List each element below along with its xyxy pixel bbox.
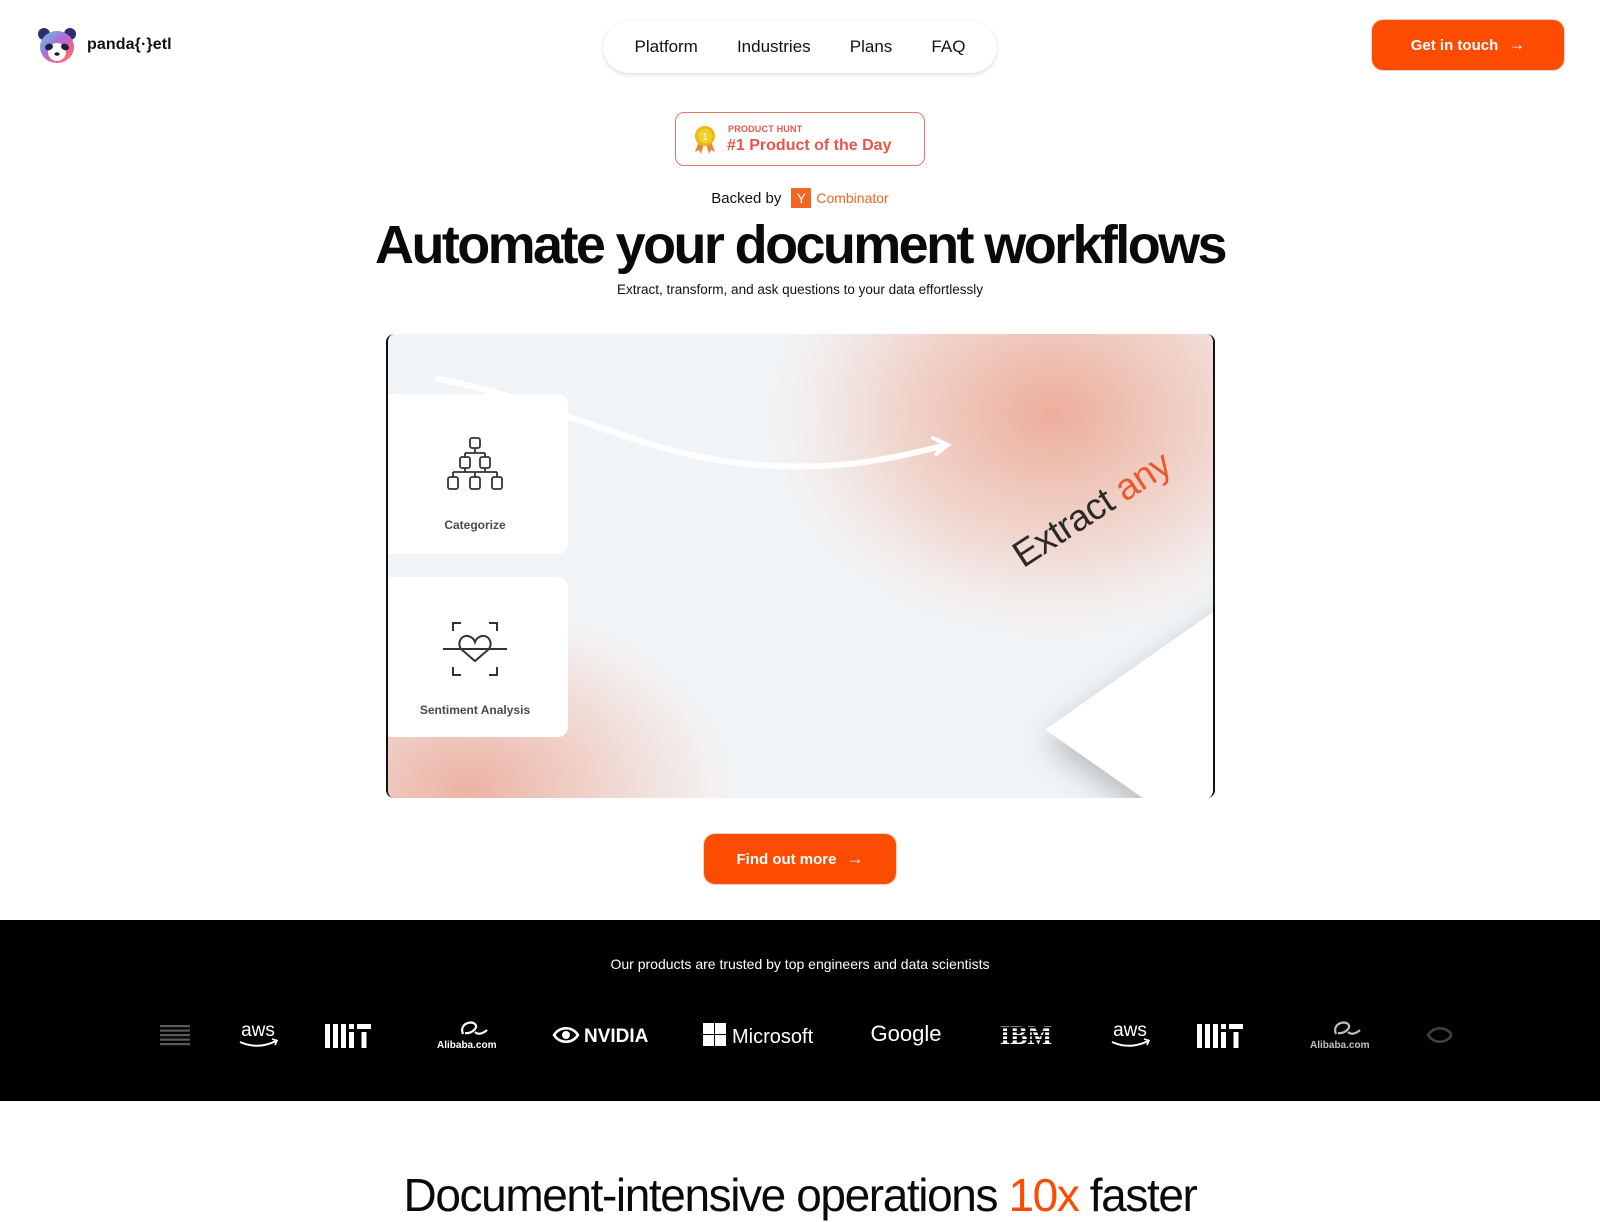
trusted-by-text: Our products are trusted by top engineer… — [610, 956, 990, 972]
brand-name: panda{·}etl — [87, 36, 172, 53]
sentiment-analysis-label: Sentiment Analysis — [419, 703, 531, 717]
brand-logo[interactable]: panda{·}etl — [37, 26, 172, 64]
trusted-by-section: Our products are trusted by top engineer… — [0, 920, 1600, 1101]
product-of-day-label: #1 Product of the Day — [727, 137, 892, 154]
medal-icon: 1 — [695, 126, 715, 154]
panda-logo-icon — [38, 28, 76, 63]
logo-ibm-2: IBM — [994, 1010, 1058, 1060]
logo-alibaba-2: Alibaba.com — [1303, 1010, 1383, 1060]
svg-text:Alibaba.com: Alibaba.com — [1310, 1040, 1370, 1051]
logo-aws: aws — [228, 1010, 288, 1060]
categorize-label: Categorize — [444, 518, 506, 532]
logo-nvidia-2 — [1424, 1010, 1454, 1060]
backed-by: Backed by Y Combinator — [0, 188, 1600, 208]
svg-text:aws: aws — [241, 1020, 275, 1041]
logo-mit — [320, 1010, 376, 1060]
backed-by-label: Backed by — [711, 189, 782, 207]
svg-text:Alibaba.com: Alibaba.com — [437, 1040, 497, 1051]
product-hunt-badge[interactable]: 1 PRODUCT HUNT #1 Product of the Day — [675, 112, 925, 166]
logo-aws-2: aws — [1100, 1010, 1160, 1060]
svg-text:Google: Google — [871, 1021, 942, 1046]
section-title-text: Document-intensive operations — [403, 1169, 1009, 1221]
logo-nvidia: NVIDIA — [552, 1010, 652, 1060]
main-nav: Platform Industries Plans FAQ — [603, 21, 997, 73]
hero-title: Automate your document workflows — [375, 215, 1227, 275]
y-combinator-icon: Y — [791, 188, 812, 208]
hero-visual: Categorize Sentiment Analysis Extract an… — [386, 334, 1215, 798]
feature-card-sentiment: Sentiment Analysis — [388, 577, 568, 737]
nav-plans[interactable]: Plans — [850, 37, 893, 57]
svg-text:1: 1 — [702, 132, 708, 143]
find-out-more-label: Find out more — [736, 850, 837, 868]
feature-card-categorize: Categorize — [388, 394, 568, 554]
logo-alibaba: Alibaba.com — [430, 1010, 510, 1060]
product-hunt-label: PRODUCT HUNT — [728, 124, 803, 134]
logo-mit-2 — [1192, 1010, 1248, 1060]
arrow-right-icon: → — [1508, 35, 1526, 54]
hero-subtitle: Extract, transform, and ask questions to… — [617, 282, 983, 297]
logo-carousel: aws Alibaba.com NVIDIA Microsoft Google … — [0, 1010, 1600, 1060]
y-combinator-name: Combinator — [816, 190, 889, 206]
get-in-touch-button[interactable]: Get in touch → — [1372, 20, 1564, 70]
find-out-more-button[interactable]: Find out more → — [704, 834, 896, 884]
section-title: Document-intensive operations 10x faster — [0, 1168, 1600, 1222]
svg-text:aws: aws — [1113, 1020, 1147, 1041]
get-in-touch-label: Get in touch — [1410, 36, 1499, 54]
heart-scan-icon — [443, 622, 507, 676]
nav-faq[interactable]: FAQ — [931, 37, 965, 57]
nav-industries[interactable]: Industries — [737, 37, 811, 57]
arrow-right-icon: → — [846, 849, 864, 868]
logo-microsoft: Microsoft — [702, 1010, 822, 1060]
nav-platform[interactable]: Platform — [635, 37, 698, 57]
site-header: panda{·}etl Platform Industries Plans FA… — [0, 0, 1600, 90]
svg-text:NVIDIA: NVIDIA — [584, 1026, 649, 1047]
section-title-text-end: faster — [1078, 1169, 1198, 1221]
logo-ibm — [150, 1010, 200, 1060]
section-title-accent: 10x — [1008, 1169, 1079, 1221]
y-combinator-logo[interactable]: Y Combinator — [791, 188, 889, 208]
svg-text:Microsoft: Microsoft — [732, 1026, 814, 1048]
hierarchy-icon — [447, 437, 503, 490]
logo-google: Google — [866, 1010, 946, 1060]
